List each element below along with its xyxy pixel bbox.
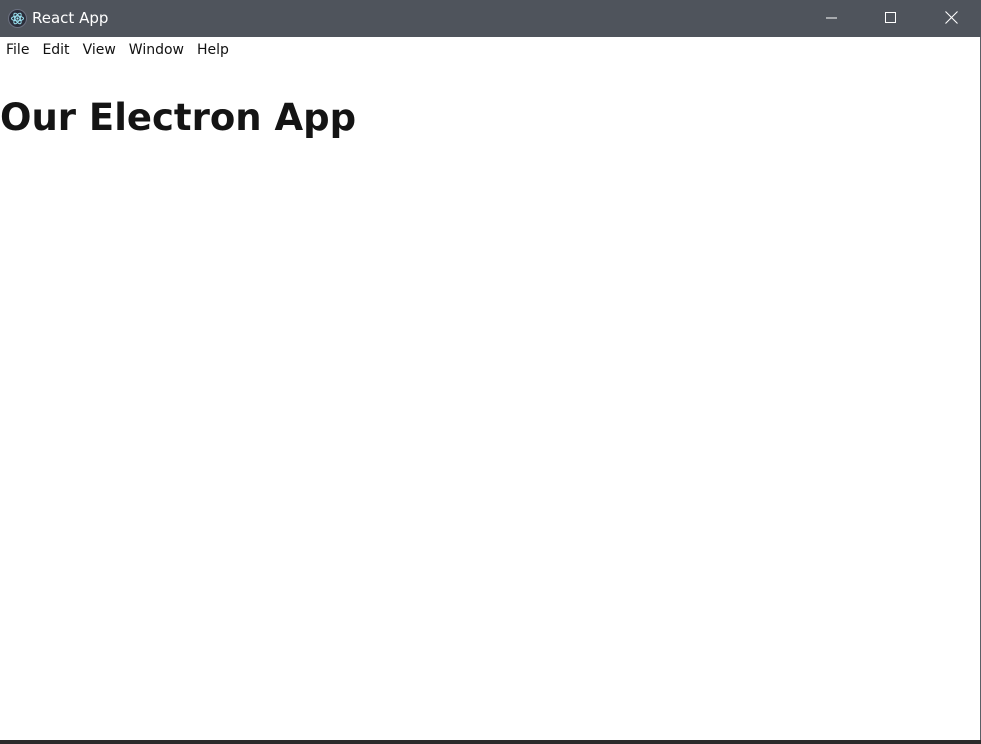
page-heading: Our Electron App: [0, 96, 357, 139]
app-window: React App File Edit View Window Help Our…: [0, 0, 981, 744]
menu-bar: File Edit View Window Help: [0, 37, 980, 63]
window-title: React App: [32, 9, 109, 27]
maximize-icon: [885, 9, 897, 28]
menu-file[interactable]: File: [0, 38, 35, 62]
electron-icon: [8, 9, 27, 28]
minimize-icon: [826, 9, 838, 28]
close-icon: [944, 9, 958, 28]
title-bar[interactable]: React App: [0, 0, 981, 37]
menu-view[interactable]: View: [77, 38, 122, 62]
menu-help[interactable]: Help: [191, 38, 235, 62]
menu-window[interactable]: Window: [123, 38, 190, 62]
minimize-button[interactable]: [803, 0, 861, 37]
background-strip: [0, 740, 981, 744]
close-button[interactable]: [921, 0, 981, 37]
menu-edit[interactable]: Edit: [36, 38, 75, 62]
maximize-button[interactable]: [862, 0, 920, 37]
